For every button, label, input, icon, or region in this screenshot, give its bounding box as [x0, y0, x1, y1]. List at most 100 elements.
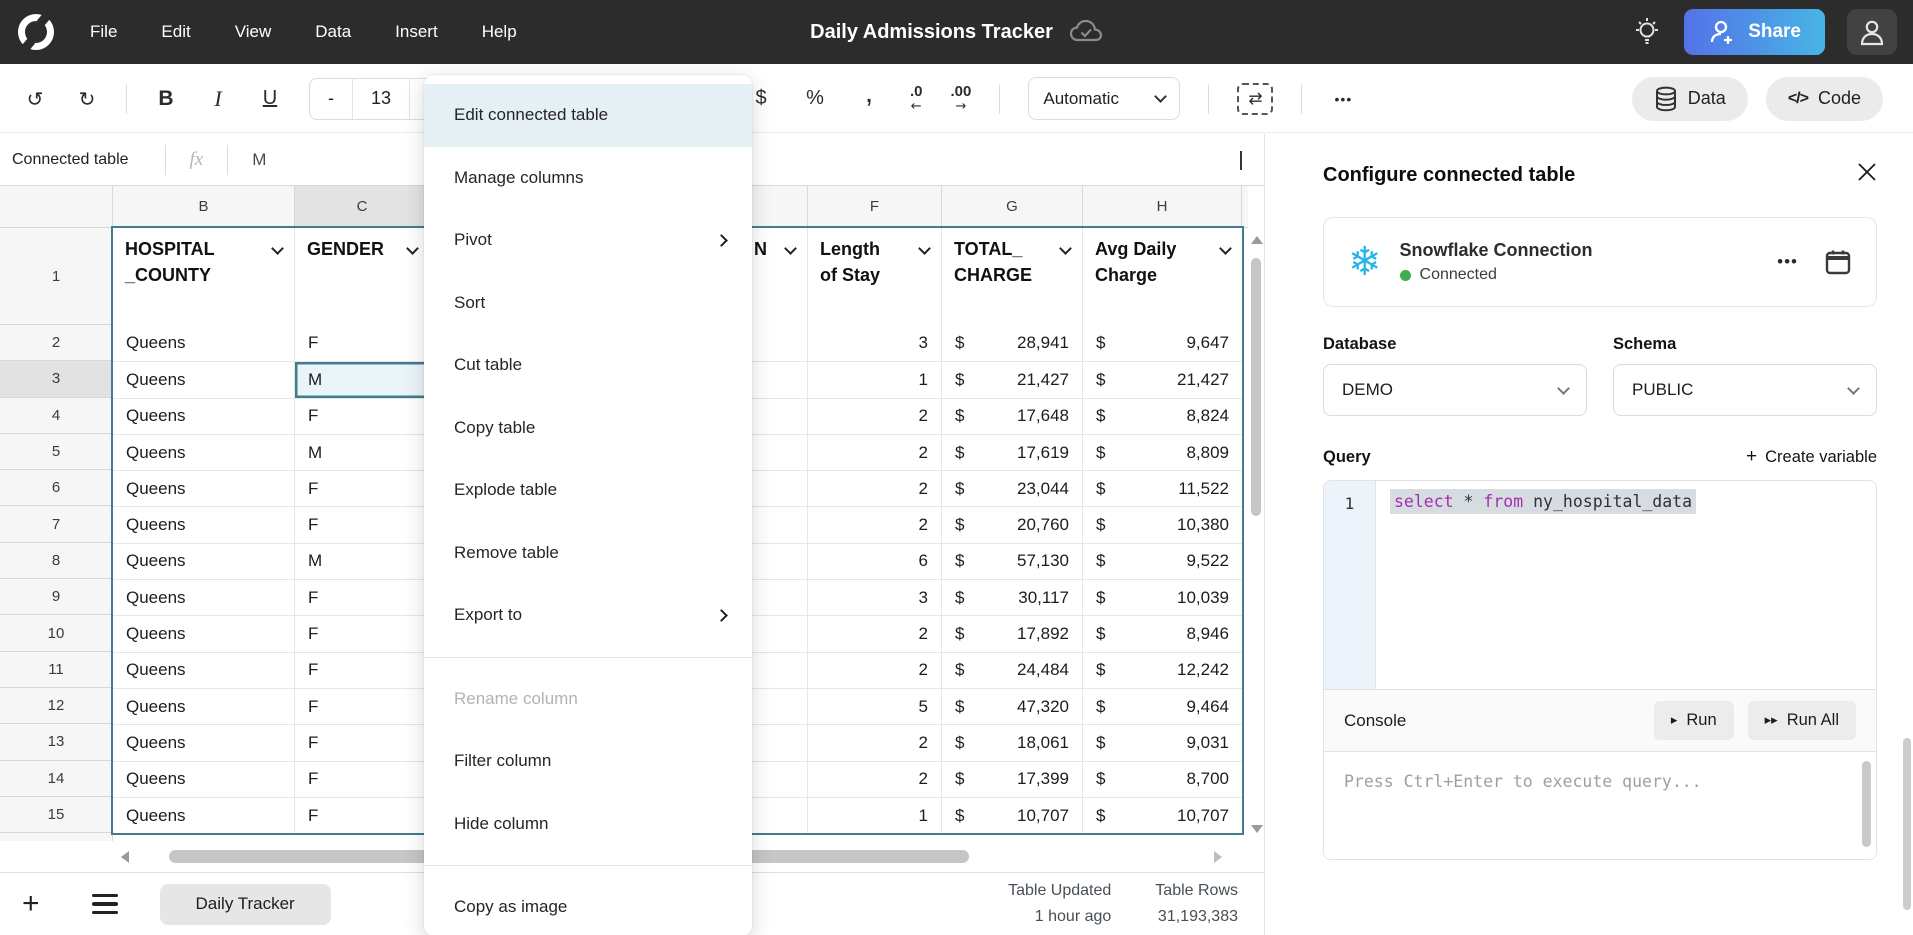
header-cell-avg-daily-charge[interactable]: Avg Daily Charge: [1083, 228, 1242, 325]
cell-total-charge[interactable]: $47,320: [942, 689, 1083, 724]
sql-code-area[interactable]: select * from ny_hospital_data: [1376, 481, 1876, 689]
swap-reference-icon[interactable]: ⇄: [1237, 83, 1273, 115]
increase-decimals-button[interactable]: .00 →: [951, 84, 972, 113]
undo-button[interactable]: ↺: [22, 87, 48, 111]
cell-total-charge[interactable]: $28,941: [942, 325, 1083, 361]
cell-total-charge[interactable]: $17,619: [942, 435, 1083, 470]
cell-partial[interactable]: [752, 580, 808, 615]
row-header-1[interactable]: 1: [0, 228, 113, 325]
connection-card[interactable]: ❄ Snowflake Connection Connected •••: [1323, 217, 1877, 307]
vertical-scroll-thumb[interactable]: [1251, 258, 1261, 516]
menu-item-cut-table[interactable]: Cut table: [424, 334, 752, 397]
number-format-dropdown[interactable]: Automatic: [1028, 77, 1180, 120]
cell-length-of-stay[interactable]: 5: [808, 689, 942, 724]
menu-item-pivot[interactable]: Pivot: [424, 209, 752, 272]
cell-total-charge[interactable]: $21,427: [942, 362, 1083, 397]
chevron-down-icon[interactable]: [1059, 242, 1072, 255]
cell-county[interactable]: Queens: [113, 435, 295, 470]
cell-avg-daily-charge[interactable]: $8,809: [1083, 435, 1242, 470]
scroll-up-arrow-icon[interactable]: [1251, 236, 1263, 244]
cell-total-charge[interactable]: $20,760: [942, 507, 1083, 542]
row-header-9[interactable]: 9: [0, 579, 113, 615]
more-options-button[interactable]: •••: [1330, 91, 1356, 107]
console-scroll-thumb[interactable]: [1862, 761, 1871, 847]
cell-county[interactable]: Queens: [113, 580, 295, 615]
cell-partial[interactable]: [752, 435, 808, 470]
cell-county[interactable]: Queens: [113, 507, 295, 542]
cell-length-of-stay[interactable]: 1: [808, 362, 942, 397]
menu-item-copy-as-image[interactable]: Copy as image: [424, 876, 752, 935]
cell-partial[interactable]: [752, 689, 808, 724]
cell-gender[interactable]: F: [295, 471, 430, 506]
chevron-down-icon[interactable]: [784, 242, 797, 255]
cell-county[interactable]: Queens: [113, 689, 295, 724]
menu-view[interactable]: View: [235, 22, 272, 42]
cell-partial[interactable]: [752, 507, 808, 542]
lightbulb-icon[interactable]: [1632, 15, 1662, 49]
cell-partial[interactable]: [752, 544, 808, 579]
column-header-G[interactable]: G: [942, 186, 1083, 227]
panel-scroll-thumb[interactable]: [1903, 738, 1911, 910]
header-cell-total-charge[interactable]: TOTAL_ CHARGE: [942, 228, 1083, 325]
cell-gender-selected[interactable]: M: [295, 362, 430, 397]
create-variable-button[interactable]: + Create variable: [1746, 446, 1877, 468]
cell-gender[interactable]: F: [295, 507, 430, 542]
cell-length-of-stay[interactable]: 2: [808, 399, 942, 434]
menu-item-manage-columns[interactable]: Manage columns: [424, 147, 752, 210]
cell-partial[interactable]: [752, 725, 808, 760]
cell-partial[interactable]: [752, 325, 808, 361]
column-header-H[interactable]: H: [1083, 186, 1242, 227]
schema-select[interactable]: PUBLIC: [1613, 364, 1877, 416]
formula-input[interactable]: M: [228, 150, 266, 170]
percent-format-button[interactable]: %: [802, 87, 828, 110]
menu-edit[interactable]: Edit: [161, 22, 190, 42]
row-header-7[interactable]: 7: [0, 506, 113, 542]
chevron-down-icon[interactable]: [918, 242, 931, 255]
menu-item-hide-column[interactable]: Hide column: [424, 793, 752, 856]
scroll-right-arrow-icon[interactable]: [1214, 851, 1222, 863]
cell-length-of-stay[interactable]: 2: [808, 616, 942, 651]
cell-county[interactable]: Queens: [113, 362, 295, 397]
cell-partial[interactable]: [752, 653, 808, 688]
row-header-5[interactable]: 5: [0, 434, 113, 470]
row-header-8[interactable]: 8: [0, 543, 113, 579]
cell-length-of-stay[interactable]: 2: [808, 725, 942, 760]
cell-county[interactable]: Queens: [113, 399, 295, 434]
cell-avg-daily-charge[interactable]: $21,427: [1083, 362, 1242, 397]
connection-more-button[interactable]: •••: [1777, 252, 1798, 272]
cell-length-of-stay[interactable]: 3: [808, 580, 942, 615]
row-header-11[interactable]: 11: [0, 652, 113, 688]
cell-total-charge[interactable]: $17,892: [942, 616, 1083, 651]
cell-county[interactable]: Queens: [113, 798, 295, 833]
grid-corner[interactable]: [0, 186, 113, 227]
sheet-tab-daily-tracker[interactable]: Daily Tracker: [160, 884, 331, 925]
font-size-value[interactable]: 13: [352, 79, 409, 119]
database-select[interactable]: DEMO: [1323, 364, 1587, 416]
row-header-6[interactable]: 6: [0, 470, 113, 506]
cell-avg-daily-charge[interactable]: $9,464: [1083, 689, 1242, 724]
header-cell-partial-n[interactable]: N: [752, 228, 808, 325]
menu-insert[interactable]: Insert: [395, 22, 438, 42]
cell-gender[interactable]: F: [295, 725, 430, 760]
run-button[interactable]: ▸ Run: [1654, 701, 1734, 740]
menu-help[interactable]: Help: [482, 22, 517, 42]
cell-total-charge[interactable]: $57,130: [942, 544, 1083, 579]
console-output[interactable]: Press Ctrl+Enter to execute query...: [1324, 751, 1876, 859]
cell-length-of-stay[interactable]: 2: [808, 471, 942, 506]
cell-gender[interactable]: F: [295, 580, 430, 615]
cell-gender[interactable]: M: [295, 544, 430, 579]
cell-avg-daily-charge[interactable]: $10,380: [1083, 507, 1242, 542]
cell-partial[interactable]: [752, 471, 808, 506]
menu-item-export-to[interactable]: Export to: [424, 584, 752, 647]
cell-avg-daily-charge[interactable]: $10,039: [1083, 580, 1242, 615]
cell-avg-daily-charge[interactable]: $12,242: [1083, 653, 1242, 688]
cell-total-charge[interactable]: $24,484: [942, 653, 1083, 688]
cell-total-charge[interactable]: $30,117: [942, 580, 1083, 615]
profile-avatar-button[interactable]: [1847, 9, 1897, 55]
cell-total-charge[interactable]: $10,707: [942, 798, 1083, 833]
cell-gender[interactable]: F: [295, 689, 430, 724]
cell-gender[interactable]: F: [295, 798, 430, 833]
cell-avg-daily-charge[interactable]: $9,031: [1083, 725, 1242, 760]
cell-county[interactable]: Queens: [113, 762, 295, 797]
menu-data[interactable]: Data: [315, 22, 351, 42]
